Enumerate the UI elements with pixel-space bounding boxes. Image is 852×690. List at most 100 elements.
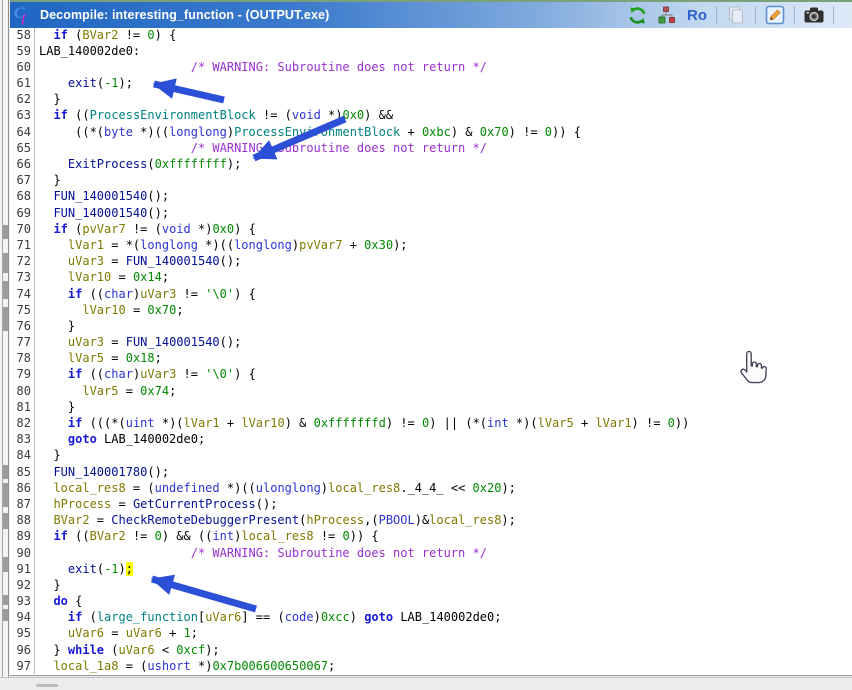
code-text[interactable]: local_res8 = (undefined *)((ulonglong)lo…	[35, 480, 516, 496]
code-line[interactable]: 60 /* WARNING: Subroutine does not retur…	[10, 59, 852, 75]
code-line[interactable]: 82 if (((*(uint *)(lVar1 + lVar10) & 0xf…	[10, 415, 852, 431]
code-text[interactable]: /* WARNING: Subroutine does not return *…	[35, 59, 487, 75]
code-line[interactable]: 72 uVar3 = FUN_140001540();	[10, 253, 852, 269]
code-line[interactable]: 64 ((*(byte *)((longlong)ProcessEnvironm…	[10, 124, 852, 140]
code-text[interactable]: if ((ProcessEnvironmentBlock != (void *)…	[35, 107, 393, 123]
code-text[interactable]: }	[35, 172, 61, 188]
code-text[interactable]: ((*(byte *)((longlong)ProcessEnvironment…	[35, 124, 581, 140]
code-line[interactable]: 69 FUN_140001540();	[10, 205, 852, 221]
code-text[interactable]: lVar10 = 0x70;	[35, 302, 184, 318]
code-text[interactable]: if (pvVar7 != (void *)0x0) {	[35, 221, 256, 237]
code-text[interactable]: exit(-1);	[35, 75, 133, 91]
code-text[interactable]: uVar6 = uVar6 + 1;	[35, 625, 198, 641]
code-line[interactable]: 67 }	[10, 172, 852, 188]
code-line[interactable]: 84 }	[10, 447, 852, 463]
code-text[interactable]: FUN_140001780();	[35, 464, 169, 480]
code-text[interactable]: lVar5 = 0x74;	[35, 383, 176, 399]
code-text[interactable]: } while (uVar6 < 0xcf);	[35, 642, 220, 658]
code-text[interactable]: lVar10 = 0x14;	[35, 269, 169, 285]
code-line[interactable]: 95 uVar6 = uVar6 + 1;	[10, 625, 852, 641]
code-line[interactable]: 90 /* WARNING: Subroutine does not retur…	[10, 545, 852, 561]
code-line[interactable]: 87 hProcess = GetCurrentProcess();	[10, 496, 852, 512]
code-text[interactable]: local_1a8 = (ushort *)0x7b006600650067;	[35, 658, 335, 674]
line-number: 88	[10, 512, 35, 528]
decompiler-code-panel[interactable]: 58 if (BVar2 != 0) {59LAB_140002de0:60 /…	[10, 28, 852, 676]
snapshot-button[interactable]	[803, 4, 825, 26]
copy-button[interactable]	[725, 4, 747, 26]
code-text[interactable]: /* WARNING: Subroutine does not return *…	[35, 140, 487, 156]
code-line[interactable]: 94 if (large_function[uVar6] == (code)0x…	[10, 609, 852, 625]
code-text[interactable]: do {	[35, 593, 82, 609]
resize-dash	[36, 684, 58, 687]
code-line[interactable]: 78 lVar5 = 0x18;	[10, 350, 852, 366]
code-text[interactable]: FUN_140001540();	[35, 188, 169, 204]
re-decompile-button[interactable]	[626, 4, 648, 26]
line-number: 97	[10, 658, 35, 674]
rename-button[interactable]: Ro	[686, 4, 708, 26]
code-line[interactable]: 81 }	[10, 399, 852, 415]
code-line[interactable]: 97 local_1a8 = (ushort *)0x7b00660065006…	[10, 658, 852, 674]
code-line[interactable]: 70 if (pvVar7 != (void *)0x0) {	[10, 221, 852, 237]
code-line[interactable]: 73 lVar10 = 0x14;	[10, 269, 852, 285]
code-line[interactable]: 68 FUN_140001540();	[10, 188, 852, 204]
graph-button[interactable]	[656, 4, 678, 26]
code-line[interactable]: 58 if (BVar2 != 0) {	[10, 28, 852, 43]
code-text[interactable]: exit(-1);	[35, 561, 133, 577]
code-line[interactable]: 88 BVar2 = CheckRemoteDebuggerPresent(hP…	[10, 512, 852, 528]
code-line[interactable]: 91 exit(-1);	[10, 561, 852, 577]
code-text[interactable]: if (BVar2 != 0) {	[35, 28, 176, 43]
code-text[interactable]: if ((char)uVar3 != '\0') {	[35, 286, 256, 302]
line-number: 84	[10, 447, 35, 463]
code-text[interactable]: hProcess = GetCurrentProcess();	[35, 496, 277, 512]
code-line[interactable]: 74 if ((char)uVar3 != '\0') {	[10, 286, 852, 302]
code-text[interactable]: if ((BVar2 != 0) && ((int)local_res8 != …	[35, 528, 379, 544]
code-text[interactable]: }	[35, 577, 61, 593]
code-line[interactable]: 59LAB_140002de0:	[10, 43, 852, 59]
copy-icon	[726, 5, 746, 25]
window-bottom-edge	[0, 677, 852, 690]
code-line[interactable]: 79 if ((char)uVar3 != '\0') {	[10, 366, 852, 382]
code-line[interactable]: 86 local_res8 = (undefined *)((ulonglong…	[10, 480, 852, 496]
code-text[interactable]: }	[35, 447, 61, 463]
code-text[interactable]: }	[35, 91, 61, 107]
code-line[interactable]: 76 }	[10, 318, 852, 334]
code-line[interactable]: 96 } while (uVar6 < 0xcf);	[10, 642, 852, 658]
code-text[interactable]: if (((*(uint *)(lVar1 + lVar10) & 0xffff…	[35, 415, 689, 431]
code-text[interactable]: if (large_function[uVar6] == (code)0xcc)…	[35, 609, 501, 625]
code-line[interactable]: 93 do {	[10, 593, 852, 609]
code-text[interactable]: }	[35, 318, 75, 334]
code-line[interactable]: 71 lVar1 = *(longlong *)((longlong)pvVar…	[10, 237, 852, 253]
code-line[interactable]: 77 uVar3 = FUN_140001540();	[10, 334, 852, 350]
code-line[interactable]: 83 goto LAB_140002de0;	[10, 431, 852, 447]
code-line[interactable]: 92 }	[10, 577, 852, 593]
code-text[interactable]: uVar3 = FUN_140001540();	[35, 253, 241, 269]
code-text[interactable]: /* WARNING: Subroutine does not return *…	[35, 545, 487, 561]
code-line[interactable]: 63 if ((ProcessEnvironmentBlock != (void…	[10, 107, 852, 123]
overview-mark	[3, 609, 8, 621]
code-line[interactable]: 66 ExitProcess(0xffffffff);	[10, 156, 852, 172]
code-text[interactable]: BVar2 = CheckRemoteDebuggerPresent(hProc…	[35, 512, 516, 528]
overview-mark	[3, 281, 8, 299]
code-line[interactable]: 75 lVar10 = 0x70;	[10, 302, 852, 318]
code-text[interactable]: ExitProcess(0xffffffff);	[35, 156, 241, 172]
edit-comment-button[interactable]	[764, 4, 786, 26]
title-bar[interactable]: Cf Decompile: interesting_function - (OU…	[10, 2, 852, 28]
code-text[interactable]: }	[35, 399, 75, 415]
code-text[interactable]: LAB_140002de0:	[35, 43, 140, 59]
code-line[interactable]: 61 exit(-1);	[10, 75, 852, 91]
line-number: 78	[10, 350, 35, 366]
code-line[interactable]: 80 lVar5 = 0x74;	[10, 383, 852, 399]
code-line[interactable]: 62 }	[10, 91, 852, 107]
code-text[interactable]: goto LAB_140002de0;	[35, 431, 205, 447]
code-line[interactable]: 89 if ((BVar2 != 0) && ((int)local_res8 …	[10, 528, 852, 544]
overview-mark	[3, 465, 8, 479]
code-line[interactable]: 85 FUN_140001780();	[10, 464, 852, 480]
line-number: 62	[10, 91, 35, 107]
code-line[interactable]: 65 /* WARNING: Subroutine does not retur…	[10, 140, 852, 156]
code-text[interactable]: if ((char)uVar3 != '\0') {	[35, 366, 256, 382]
graph-icon	[658, 6, 676, 24]
code-text[interactable]: lVar5 = 0x18;	[35, 350, 162, 366]
code-text[interactable]: FUN_140001540();	[35, 205, 169, 221]
code-text[interactable]: uVar3 = FUN_140001540();	[35, 334, 241, 350]
code-text[interactable]: lVar1 = *(longlong *)((longlong)pvVar7 +…	[35, 237, 408, 253]
